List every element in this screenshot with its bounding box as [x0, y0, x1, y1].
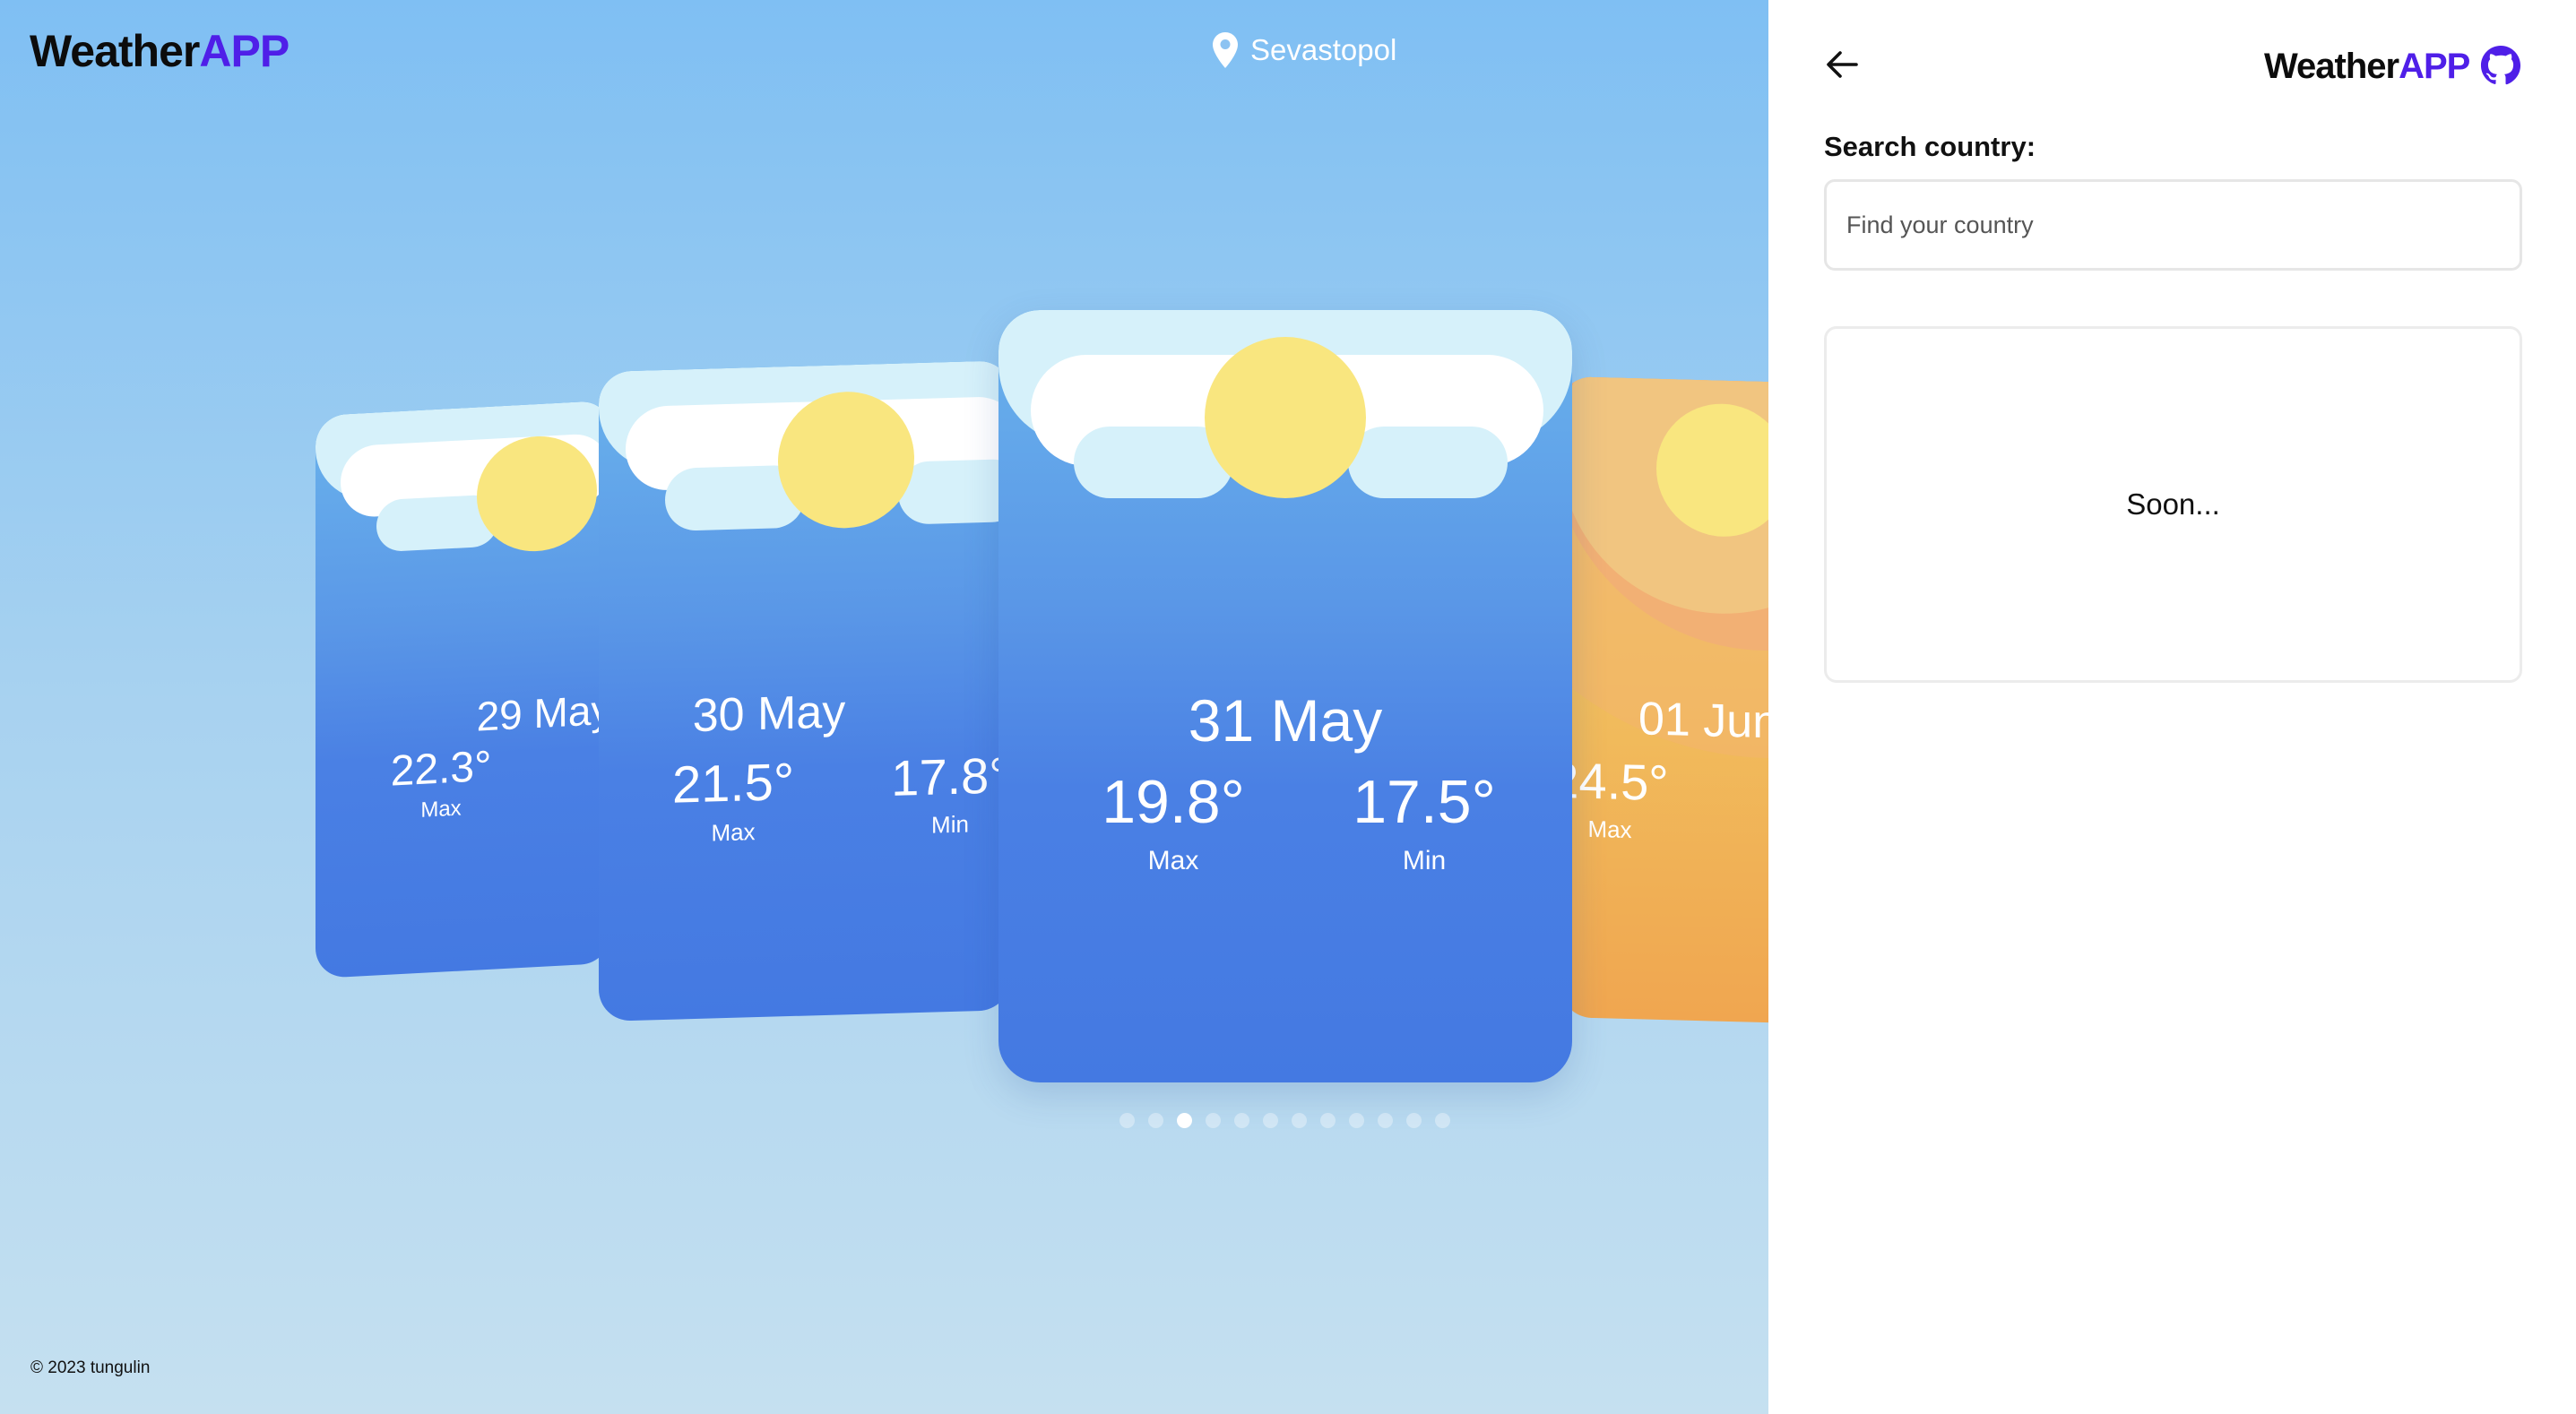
pagination-dot[interactable]: [1148, 1113, 1163, 1128]
forecast-card-active[interactable]: 31 May 19.8° Max 17.5° Min: [998, 310, 1572, 1082]
min-temp-label: Min: [931, 810, 969, 839]
card-date: 30 May: [692, 685, 846, 743]
max-temp: 22.3° Max: [369, 740, 513, 825]
copyright-text: © 2023 tungulin: [30, 1358, 151, 1377]
card-date: 31 May: [1188, 687, 1383, 754]
cloud-small: [898, 458, 1011, 525]
logo-main-text: Weather: [30, 26, 200, 76]
forecast-card[interactable]: 01 Jun 24.5° Max: [1560, 376, 1768, 1025]
min-temp-value: 17.8°: [891, 746, 1009, 806]
map-pin-icon: [1213, 32, 1238, 68]
logo-main-text: Weather: [2264, 47, 2399, 86]
logo-accent-text: APP: [2399, 47, 2470, 86]
soon-text: Soon...: [2126, 487, 2220, 521]
max-temp-value: 24.5°: [1560, 751, 1669, 812]
pagination-dot[interactable]: [1206, 1113, 1221, 1128]
sun-icon: [1205, 337, 1366, 498]
pagination-dot[interactable]: [1119, 1113, 1135, 1128]
max-temp-value: 21.5°: [671, 752, 795, 815]
pagination-dot[interactable]: [1349, 1113, 1364, 1128]
pagination-dot[interactable]: [1435, 1113, 1450, 1128]
app-logo[interactable]: WeatherAPP: [30, 25, 290, 77]
min-temp-label: Min: [1402, 846, 1447, 875]
search-label: Search country:: [1824, 131, 2036, 162]
pagination-dot[interactable]: [1320, 1113, 1336, 1128]
search-input[interactable]: [1824, 179, 2522, 271]
forecast-card[interactable]: 30 May 21.5° Max 17.8° Min: [599, 360, 1011, 1022]
location-name: Sevastopol: [1250, 33, 1397, 66]
search-panel: WeatherAPP Search country: Soon...: [1768, 0, 2576, 1414]
max-temp-label: Max: [420, 796, 462, 823]
pagination-dot[interactable]: [1292, 1113, 1307, 1128]
pagination-dot[interactable]: [1378, 1113, 1393, 1128]
location-indicator: Sevastopol: [1213, 32, 1396, 68]
max-temp: 24.5° Max: [1560, 750, 1681, 845]
card-date: 29 May: [476, 685, 611, 740]
arrow-left-icon[interactable]: [1824, 47, 1860, 82]
max-temp-value: 22.3°: [390, 742, 492, 796]
sun-icon: [778, 390, 914, 530]
weather-stage: WeatherAPP Sevastopol 29 May 22.3° Max 3…: [0, 0, 1768, 1414]
min-temp: 17.5° Min: [1339, 767, 1509, 876]
max-temp: 19.8° Max: [1088, 767, 1258, 876]
panel-logo[interactable]: WeatherAPP: [2264, 47, 2470, 87]
card-date: 01 Jun: [1638, 693, 1768, 749]
pagination-dot[interactable]: [1406, 1113, 1422, 1128]
max-temp: 21.5° Max: [661, 752, 805, 849]
github-icon[interactable]: [2480, 45, 2521, 86]
forecast-card[interactable]: 29 May 22.3° Max: [316, 400, 611, 979]
results-placeholder-box: Soon...: [1824, 326, 2522, 683]
min-temp: 17.8° Min: [878, 746, 1011, 841]
pagination-dot[interactable]: [1263, 1113, 1278, 1128]
pagination-dot-active[interactable]: [1177, 1113, 1192, 1128]
max-temp-label: Max: [711, 818, 756, 847]
max-temp-label: Max: [1147, 846, 1199, 875]
max-temp-value: 19.8°: [1102, 768, 1245, 836]
cloud-small: [1348, 427, 1508, 498]
pagination-dot[interactable]: [1234, 1113, 1249, 1128]
max-temp-label: Max: [1587, 815, 1632, 844]
logo-accent-text: APP: [199, 26, 290, 76]
carousel-pagination: [1119, 1113, 1450, 1128]
min-temp-value: 17.5°: [1353, 768, 1496, 836]
